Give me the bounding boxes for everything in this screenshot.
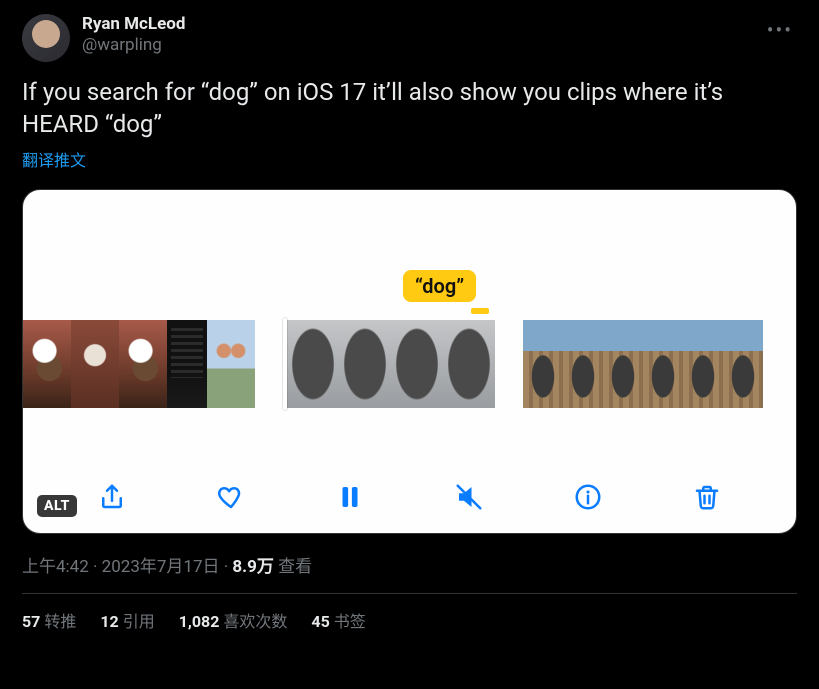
likes-count: 1,082 — [179, 612, 220, 631]
filmstrip[interactable] — [23, 320, 796, 408]
likes-label: 喜欢次数 — [223, 612, 287, 631]
quotes-stat[interactable]: 12 引用 — [100, 608, 154, 632]
share-button[interactable] — [94, 479, 130, 515]
clip-thumbnail[interactable] — [207, 320, 255, 408]
avatar[interactable] — [22, 14, 70, 62]
clip-group-2[interactable] — [283, 320, 495, 408]
clip-thumbnail[interactable] — [443, 320, 495, 408]
tweet-date: 2023年7月17日 — [102, 557, 220, 577]
translate-link[interactable]: 翻译推文 — [22, 147, 797, 171]
bookmarks-stat[interactable]: 45 书签 — [311, 608, 365, 632]
bookmarks-count: 45 — [311, 612, 329, 631]
author-handle: @warpling — [82, 35, 185, 56]
clip-thumbnail[interactable] — [339, 320, 391, 408]
tweet-container: Ryan McLeod @warpling ••• If you search … — [4, 0, 815, 640]
author-display-name: Ryan McLeod — [82, 14, 185, 35]
clip-thumbnail[interactable] — [23, 320, 71, 408]
mute-icon — [454, 482, 484, 512]
clip-thumbnail[interactable] — [603, 320, 643, 408]
clip-thumbnail[interactable] — [523, 320, 563, 408]
info-icon — [573, 482, 603, 512]
tweet-header: Ryan McLeod @warpling ••• — [22, 14, 797, 62]
clip-thumbnail[interactable] — [683, 320, 723, 408]
trash-icon — [692, 482, 722, 512]
meta-separator: · — [220, 557, 233, 577]
views-label: 查看 — [274, 557, 312, 577]
more-options-button[interactable]: ••• — [763, 14, 797, 46]
clip-group-1[interactable] — [23, 320, 255, 408]
clip-thumbnail[interactable] — [563, 320, 603, 408]
quotes-label: 引用 — [123, 612, 155, 631]
media-card[interactable]: “dog” — [22, 189, 797, 534]
heart-icon — [216, 482, 246, 512]
bookmarks-label: 书签 — [334, 612, 366, 631]
info-button[interactable] — [570, 479, 606, 515]
quotes-count: 12 — [100, 612, 118, 631]
views-count: 8.9万 — [232, 557, 273, 577]
clip-group-3[interactable] — [523, 320, 763, 408]
tweet-meta[interactable]: 上午4:42 · 2023年7月17日 · 8.9万 查看 — [22, 552, 797, 577]
pause-button[interactable] — [332, 479, 368, 515]
pause-icon — [335, 482, 365, 512]
clip-thumbnail[interactable] — [643, 320, 683, 408]
clip-thumbnail[interactable] — [391, 320, 443, 408]
clip-thumbnail[interactable] — [167, 320, 207, 408]
retweets-label: 转推 — [44, 612, 76, 631]
mute-button[interactable] — [451, 479, 487, 515]
retweets-stat[interactable]: 57转推 — [22, 608, 76, 632]
tweet-text: If you search for “dog” on iOS 17 it’ll … — [22, 76, 797, 141]
clip-thumbnail[interactable] — [287, 320, 339, 408]
search-term-tick — [471, 308, 489, 314]
share-icon — [97, 482, 127, 512]
clip-thumbnail[interactable] — [723, 320, 763, 408]
delete-button[interactable] — [689, 479, 725, 515]
playhead[interactable] — [283, 318, 287, 410]
media-toolbar — [23, 479, 796, 515]
clip-thumbnail[interactable] — [119, 320, 167, 408]
search-term-badge: “dog” — [403, 270, 476, 302]
retweets-count: 57 — [22, 612, 40, 631]
divider — [22, 593, 797, 594]
likes-stat[interactable]: 1,082喜欢次数 — [179, 608, 288, 632]
stats-line: 57转推 12 引用 1,082喜欢次数 45 书签 — [22, 608, 797, 632]
clip-thumbnail[interactable] — [71, 320, 119, 408]
meta-separator: · — [89, 557, 102, 577]
like-button[interactable] — [213, 479, 249, 515]
alt-badge[interactable]: ALT — [37, 495, 77, 517]
tweet-time: 上午4:42 — [22, 557, 89, 577]
author-block[interactable]: Ryan McLeod @warpling — [82, 14, 185, 57]
